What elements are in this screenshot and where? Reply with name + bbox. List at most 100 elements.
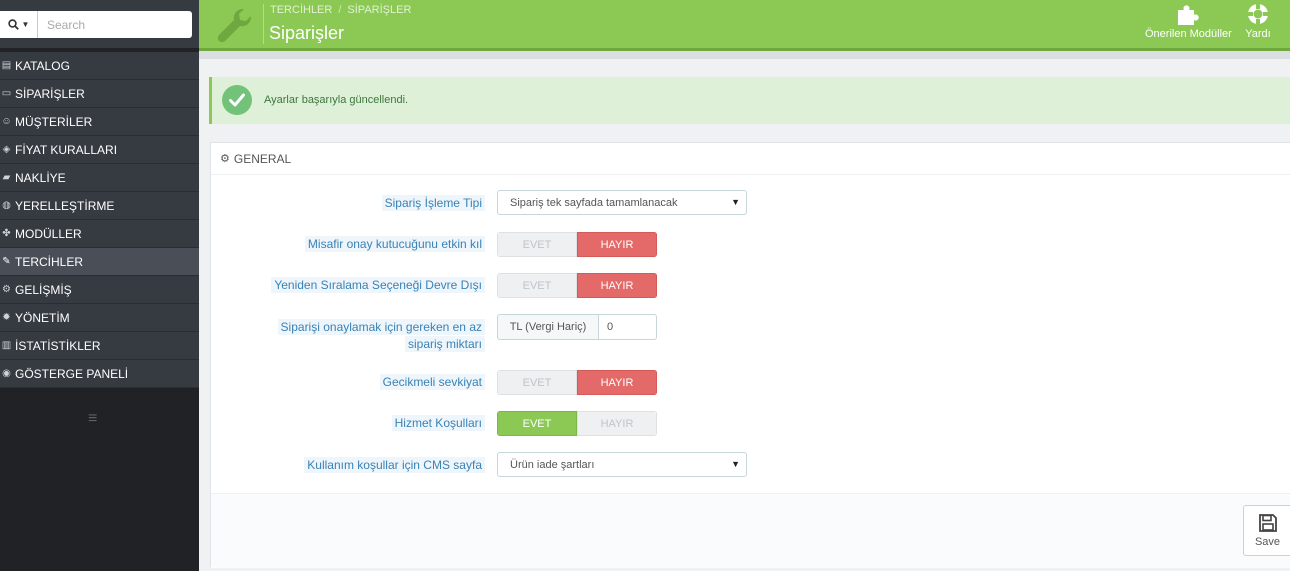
reorder-label: Yeniden Sıralama Seçeneği Devre Dışı: [271, 277, 485, 293]
sidebar-item-fiyat-kurallari[interactable]: ◈ FİYAT KURALLARI: [0, 136, 199, 164]
sidebar-item-label: GÖSTERGE PANELİ: [15, 366, 129, 381]
book-icon: ▤: [1, 60, 12, 71]
panel-footer: Save: [211, 493, 1290, 568]
switch-yes-option[interactable]: EVET: [497, 411, 577, 436]
panel-heading: ⚙ GENERAL: [211, 143, 1290, 175]
order-process-select[interactable]: Sipariş tek sayfada tamamlanacak ▼: [497, 190, 747, 215]
cogs-icon: ⚙: [220, 153, 230, 165]
recommended-modules-button[interactable]: Önerilen Modüller: [1145, 2, 1232, 40]
sidebar-item-yonetim[interactable]: ✹ YÖNETİM: [0, 304, 199, 332]
terms-label: Hizmet Koşulları: [391, 415, 485, 431]
toolbar-strip: [199, 51, 1290, 59]
wrench-icon: [217, 8, 252, 43]
sidebar-item-label: YERELLEŞTİRME: [15, 198, 115, 213]
switch-no-option[interactable]: HAYIR: [577, 273, 657, 298]
search-icon: [7, 19, 19, 30]
puzzle-icon: [1178, 5, 1200, 25]
truck-icon: ▰: [2, 172, 11, 183]
terms-switch[interactable]: EVET HAYIR: [497, 411, 657, 436]
sidebar-item-label: GELİŞMİŞ: [15, 282, 72, 297]
check-circle-icon: [222, 85, 252, 115]
field-label: Misafir onay kutucuğunu etkin kıl: [304, 236, 485, 253]
sidebar-item-label: FİYAT KURALLARI: [15, 142, 118, 157]
tags-icon: ◈: [2, 144, 11, 155]
help-button[interactable]: Yardı: [1245, 2, 1271, 40]
currency-addon: TL (Vergi Hariç): [497, 314, 599, 340]
recommended-modules-label: Önerilen Modüller: [1145, 28, 1232, 40]
cogs-icon: ⚙: [2, 284, 11, 295]
min-amount-input[interactable]: 0: [599, 314, 657, 340]
sidebar-item-tercihler[interactable]: ✎ TERCİHLER: [0, 248, 199, 276]
guest-checkbox-switch[interactable]: EVET HAYIR: [497, 232, 657, 257]
help-label: Yardı: [1245, 28, 1271, 40]
collapse-menu-icon[interactable]: ≡: [88, 410, 97, 428]
caret-down-icon: ▼: [731, 197, 740, 207]
lifebuoy-icon: [1248, 4, 1268, 24]
cms-page-label: Kullanım koşullar için CMS sayfa: [304, 457, 485, 473]
field-label: Siparişi onaylamak için gereken en az si…: [277, 319, 485, 353]
guest-checkbox-label: Misafir onay kutucuğunu etkin kıl: [304, 236, 485, 252]
field-label: Hizmet Koşulları: [391, 415, 485, 432]
breadcrumb-item-tercihler[interactable]: TERCİHLER: [270, 4, 332, 16]
switch-yes-option[interactable]: EVET: [497, 370, 577, 395]
dashboard-icon: ◉: [2, 368, 11, 379]
sidebar-item-label: NAKLİYE: [15, 170, 66, 185]
min-amount-label-line2: sipariş miktarı: [404, 336, 485, 352]
cms-page-select[interactable]: Ürün iade şartları ▼: [497, 452, 747, 477]
field-label: Gecikmeli sevkiyat: [379, 374, 485, 391]
sidebar-item-nakliye[interactable]: ▰ NAKLİYE: [0, 164, 199, 192]
switch-no-option[interactable]: HAYIR: [577, 411, 657, 436]
breadcrumb-separator: /: [338, 4, 342, 16]
sidebar-item-label: SİPARİŞLER: [15, 86, 85, 101]
field-label: Kullanım koşullar için CMS sayfa: [304, 457, 485, 474]
sidebar-nav: ▤ KATALOG ▭ SİPARİŞLER ☺ MÜŞTERİLER ◈ FİYAT …: [0, 52, 199, 388]
sidebar-item-siparisler[interactable]: ▭ SİPARİŞLER: [0, 80, 199, 108]
gear-icon: ✹: [2, 312, 11, 323]
chevron-down-icon: ▼: [21, 20, 30, 29]
sidebar-item-gosterge-paneli[interactable]: ◉ GÖSTERGE PANELİ: [0, 360, 199, 388]
panel-heading-label: GENERAL: [233, 151, 292, 166]
switch-yes-option[interactable]: EVET: [497, 232, 577, 257]
caret-down-icon: ▼: [731, 459, 740, 469]
switch-yes-option[interactable]: EVET: [497, 273, 577, 298]
switch-no-option[interactable]: HAYIR: [577, 232, 657, 257]
field-label: Sipariş İşleme Tipi: [381, 195, 485, 212]
alert-message: Ayarlar başarıyla güncellendi.: [264, 94, 409, 106]
general-panel: ⚙ GENERAL Sipariş İşleme Tipi Sipariş tek…: [210, 142, 1290, 568]
field-label: Yeniden Sıralama Seçeneği Devre Dışı: [271, 277, 485, 294]
min-amount-label-line1: Siparişi onaylamak için gereken en az: [277, 319, 485, 335]
search-input[interactable]: [39, 11, 189, 38]
puzzle-icon: ✤: [2, 228, 11, 239]
success-alert: Ayarlar başarıyla güncellendi.: [209, 77, 1290, 124]
delayed-shipping-label: Gecikmeli sevkiyat: [379, 374, 485, 390]
credit-card-icon: ▭: [1, 88, 12, 99]
reorder-switch[interactable]: EVET HAYIR: [497, 273, 657, 298]
sidebar-item-istatistikler[interactable]: ▥ İSTATİSTİKLER: [0, 332, 199, 360]
sidebar-item-label: YÖNETİM: [15, 310, 70, 325]
breadcrumb-item-siparisler[interactable]: SİPARİŞLER: [347, 4, 411, 16]
page-header: TERCİHLER / SİPARİŞLER Siparişler Önerilen…: [199, 0, 1290, 51]
users-icon: ☺: [1, 116, 12, 127]
sidebar-item-label: TERCİHLER: [15, 254, 84, 269]
save-button[interactable]: Save: [1243, 505, 1290, 556]
cms-page-value: Ürün iade şartları: [510, 458, 595, 471]
sidebar-item-yerellestirme[interactable]: ◍ YERELLEŞTİRME: [0, 192, 199, 220]
delayed-shipping-switch[interactable]: EVET HAYIR: [497, 370, 657, 395]
order-process-label: Sipariş İşleme Tipi: [381, 195, 485, 211]
search-area: ▼: [0, 0, 199, 48]
sidebar-item-label: MÜŞTERİLER: [15, 114, 93, 129]
search-type-dropdown[interactable]: ▼: [0, 11, 38, 38]
sidebar-item-gelismis[interactable]: ⚙ GELİŞMİŞ: [0, 276, 199, 304]
floppy-disk-icon: [1258, 514, 1277, 532]
switch-no-option[interactable]: HAYIR: [577, 370, 657, 395]
min-amount-input-group: TL (Vergi Hariç) 0: [497, 314, 657, 340]
globe-icon: ◍: [2, 200, 11, 211]
save-label: Save: [1254, 536, 1281, 548]
sidebar-item-moduller[interactable]: ✤ MODÜLLER: [0, 220, 199, 248]
breadcrumb: TERCİHLER / SİPARİŞLER: [270, 4, 411, 16]
page-title: Siparişler: [269, 23, 345, 43]
order-process-value: Sipariş tek sayfada tamamlanacak: [510, 196, 678, 209]
sidebar-item-label: KATALOG: [15, 58, 70, 73]
sidebar-item-musteriler[interactable]: ☺ MÜŞTERİLER: [0, 108, 199, 136]
sidebar-item-katalog[interactable]: ▤ KATALOG: [0, 52, 199, 80]
